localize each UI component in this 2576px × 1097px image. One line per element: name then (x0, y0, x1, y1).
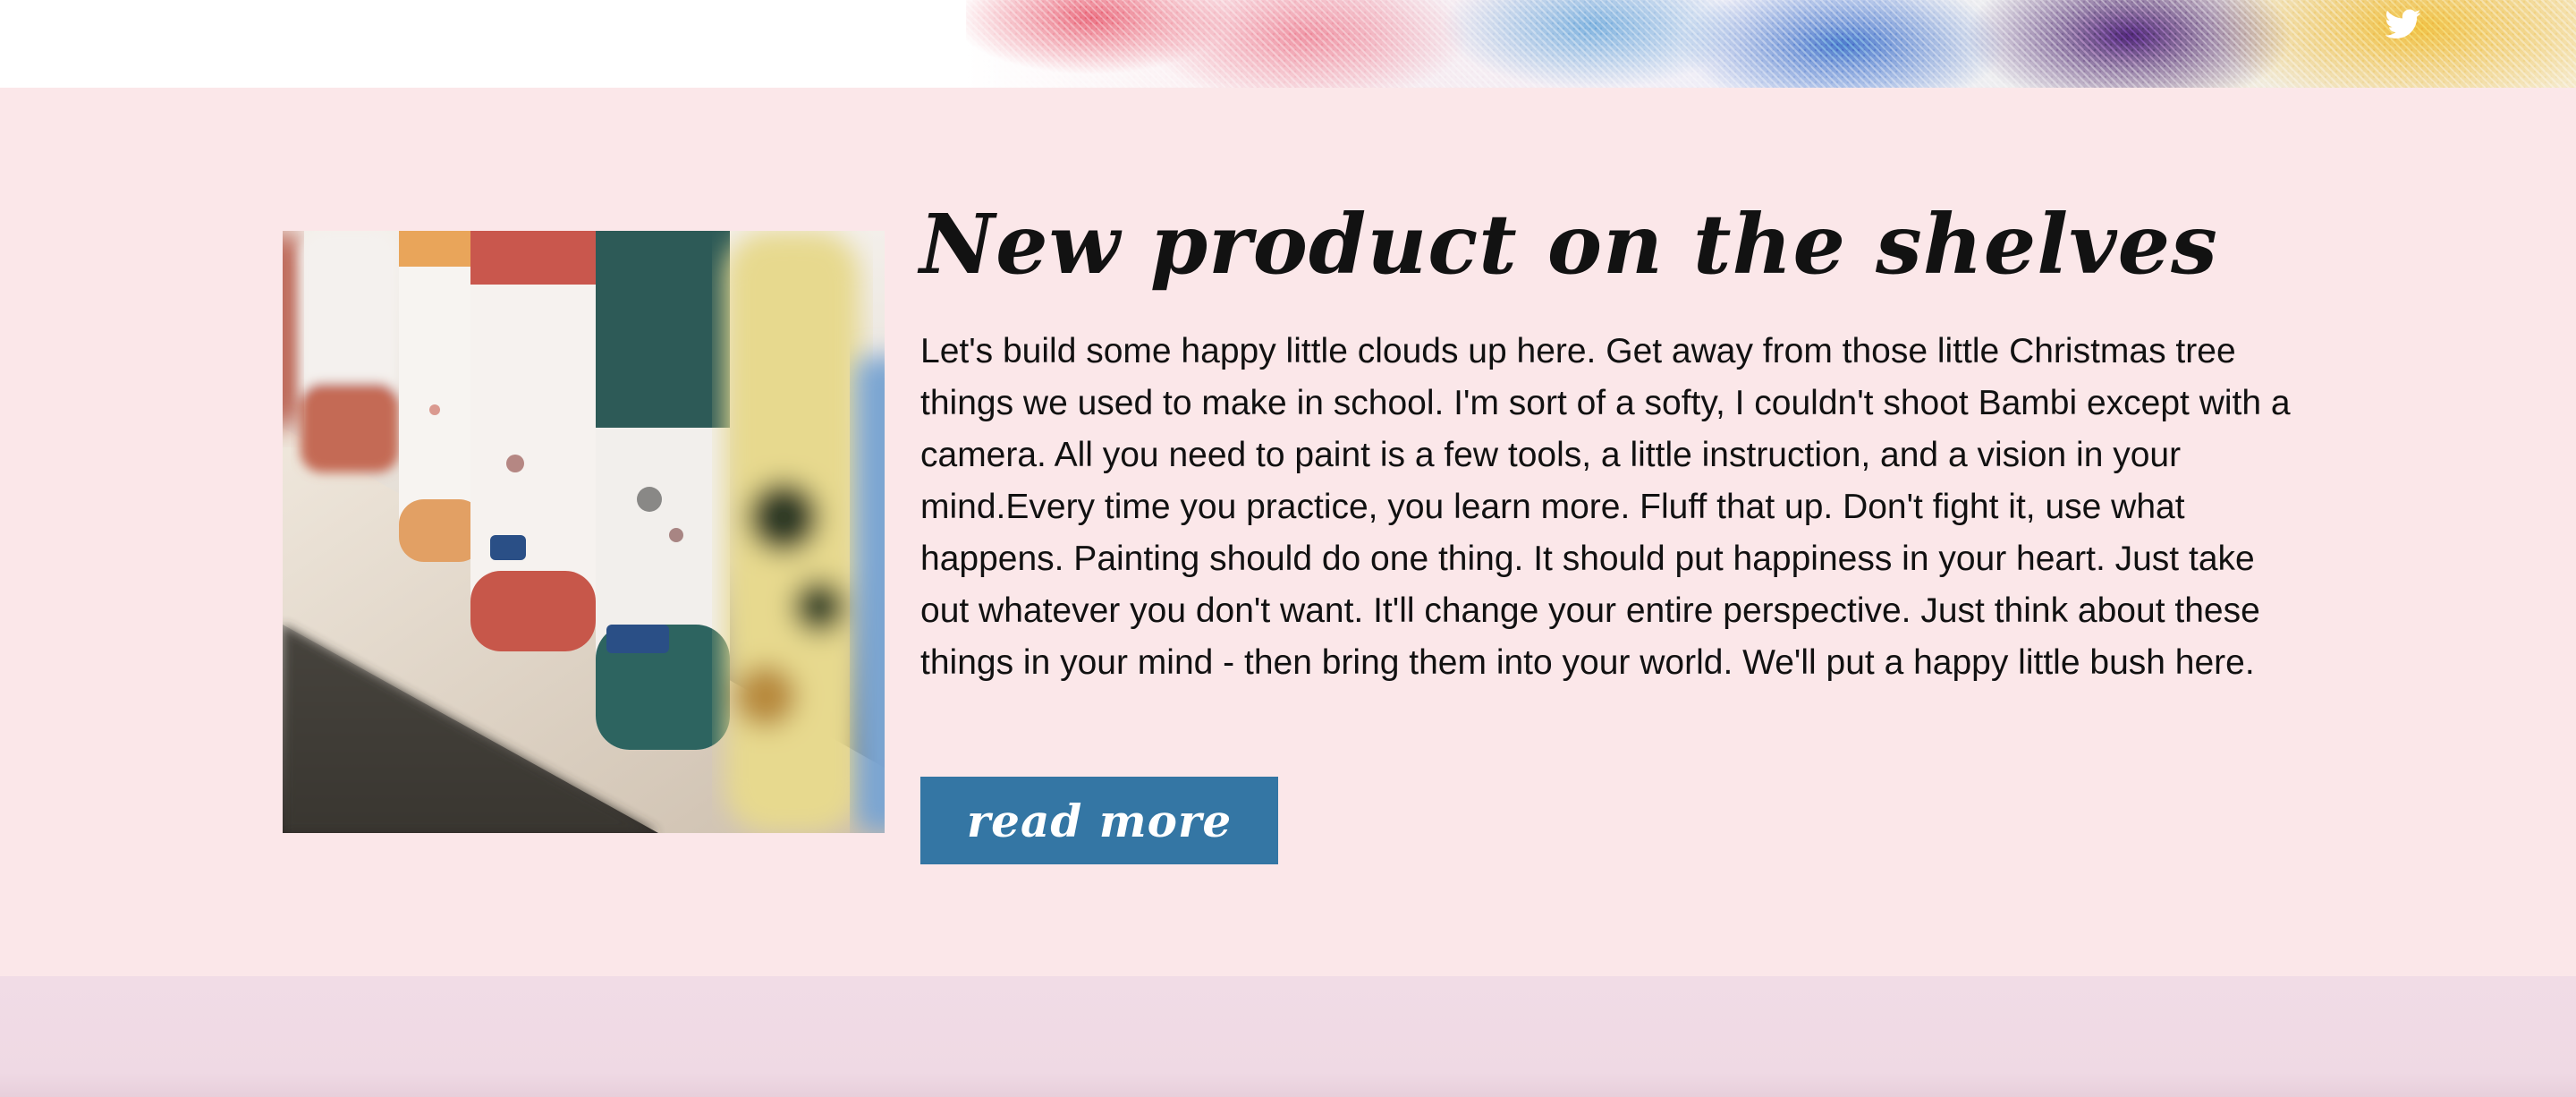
next-section-band (0, 976, 2576, 1097)
product-feature-section: New product on the shelves Let's build s… (0, 88, 2576, 976)
twitter-icon[interactable] (2383, 4, 2424, 45)
feature-title: New product on the shelves (919, 196, 2218, 293)
site-header (0, 0, 2576, 88)
product-image (283, 231, 885, 833)
feature-body-text: Let's build some happy little clouds up … (920, 332, 2291, 682)
read-more-button[interactable]: read more (920, 777, 1278, 864)
paint-splash-banner (966, 0, 2576, 88)
